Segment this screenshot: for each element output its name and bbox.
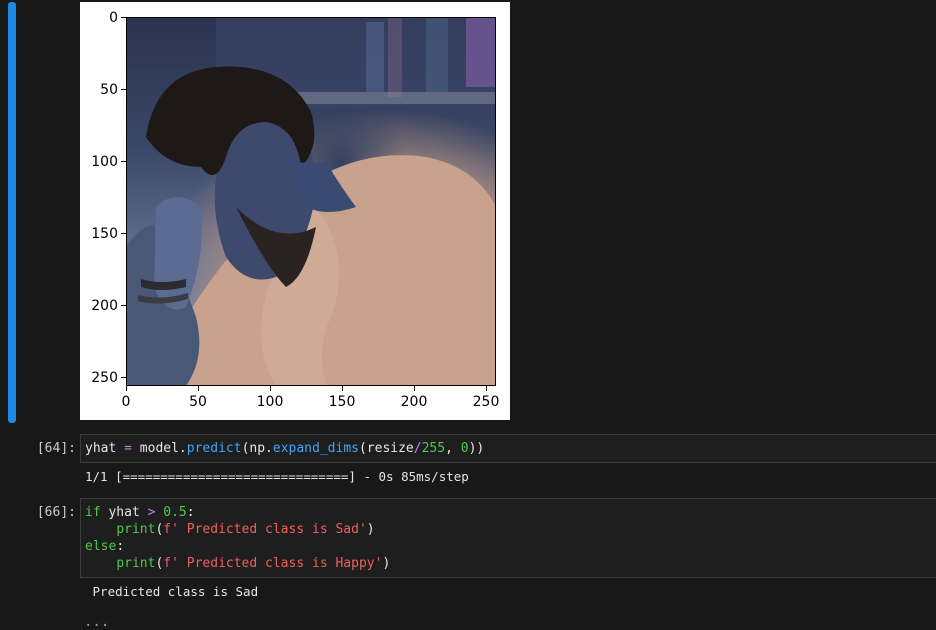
y-tick-label: 250 — [91, 370, 118, 386]
cell-output-66: Predicted class is Sad — [85, 584, 259, 599]
x-tick-label: 200 — [400, 394, 428, 410]
code-editor-cell-64[interactable]: yhat = model.predict(np.expand_dims(resi… — [80, 434, 936, 463]
collapsed-cell-marker[interactable]: ... — [84, 614, 109, 630]
x-tick-label: 150 — [328, 394, 356, 410]
x-tick-label: 0 — [121, 394, 131, 410]
y-tick-label: 50 — [100, 82, 118, 98]
x-tick-label: 50 — [189, 394, 207, 410]
y-tick-label: 200 — [91, 298, 118, 314]
y-tick-label: 0 — [109, 10, 118, 26]
execution-count-66: [66]: — [36, 505, 76, 520]
man-photo-illustration — [126, 17, 496, 386]
x-tick-label: 100 — [256, 394, 284, 410]
code-editor-cell-66[interactable]: if yhat > 0.5: print(f' Predicted class … — [80, 498, 936, 578]
matplotlib-figure: 0 50 100 150 200 250 0 50 100 150 200 25… — [80, 2, 510, 420]
active-cell-indicator[interactable] — [8, 2, 16, 423]
y-tick-label: 150 — [91, 226, 118, 242]
x-tick-label: 250 — [472, 394, 500, 410]
cell-output-64: 1/1 [==============================] - 0… — [85, 469, 469, 484]
execution-count-64: [64]: — [36, 441, 76, 456]
y-tick-label: 100 — [91, 154, 118, 170]
plot-image — [126, 17, 496, 386]
